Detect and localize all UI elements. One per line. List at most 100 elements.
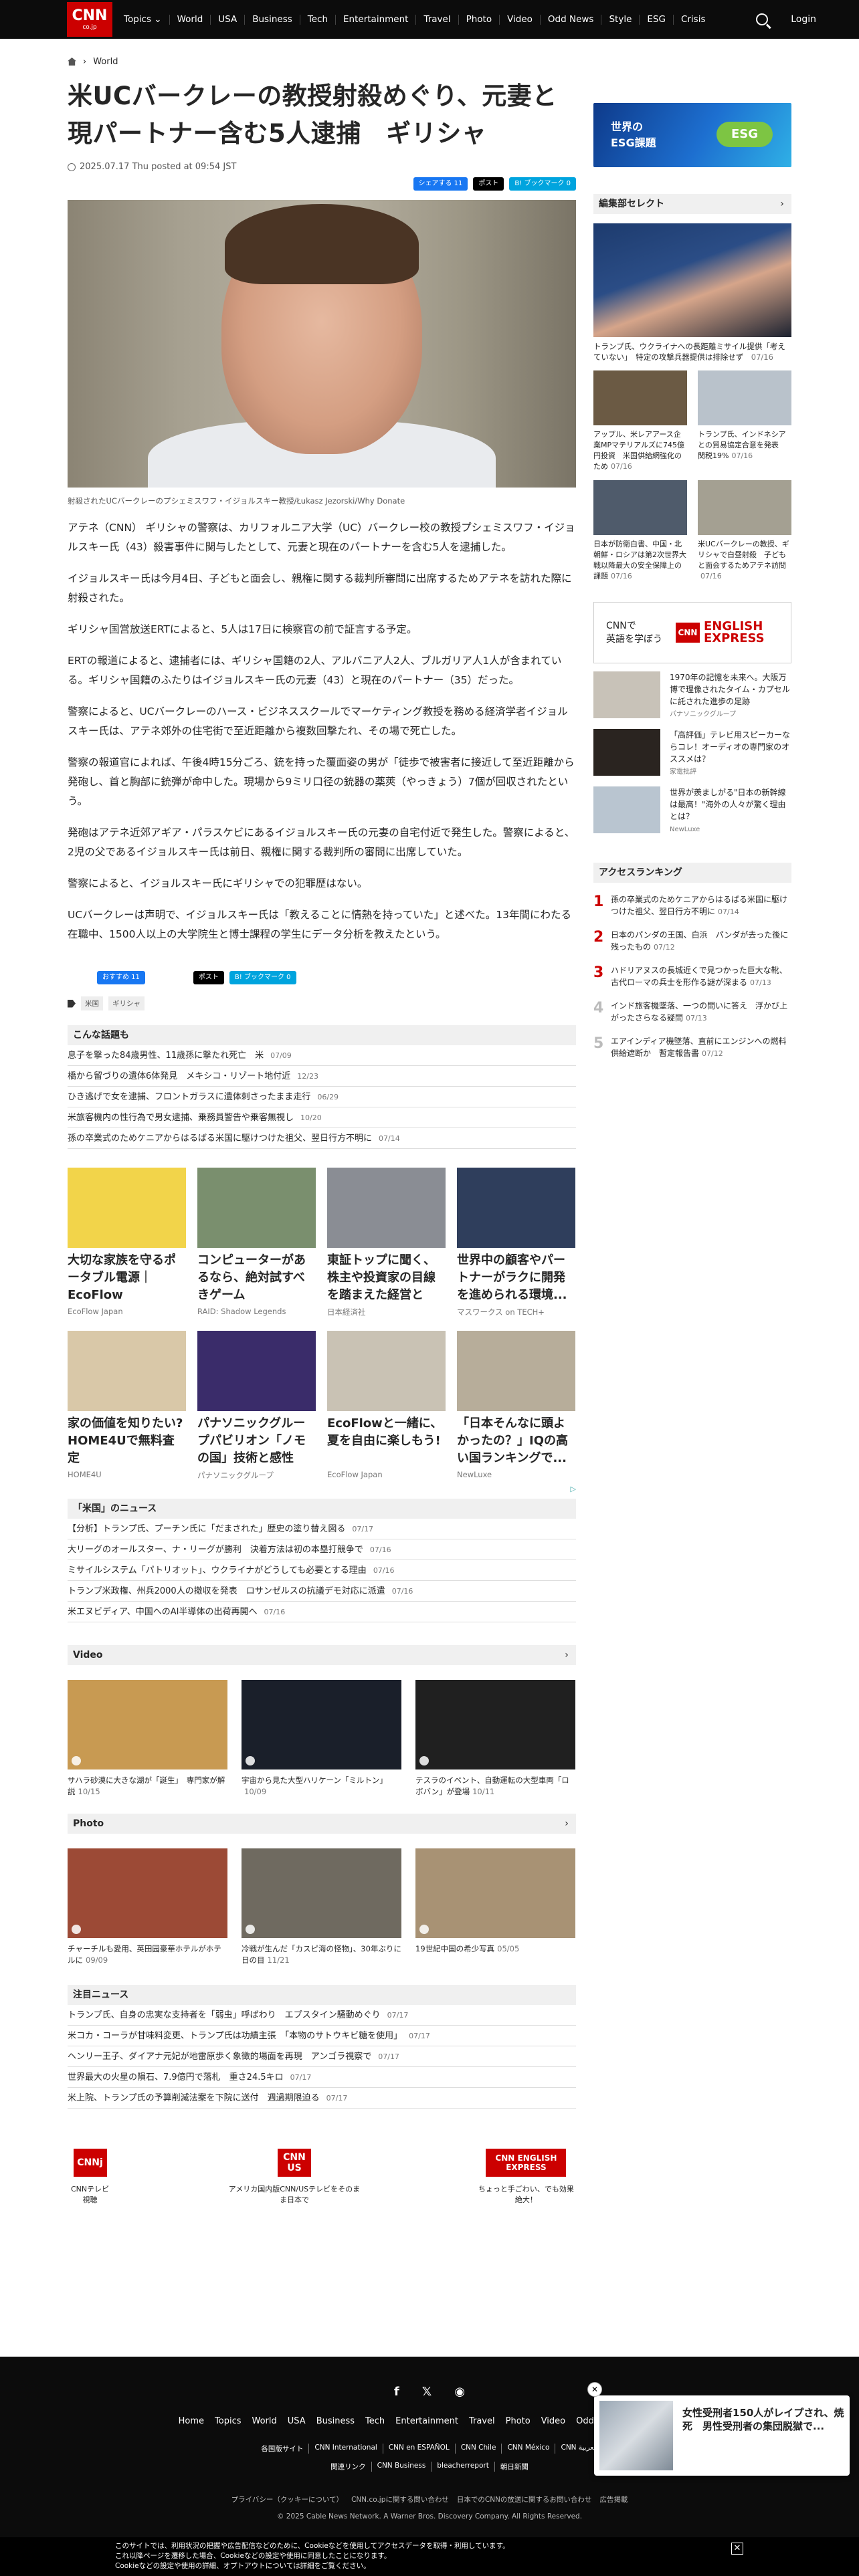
adchoices-icon[interactable]: ▷ <box>68 1485 576 1493</box>
nav-item-photo[interactable]: Photo <box>459 14 500 25</box>
photo-head[interactable]: Photo › <box>68 1814 576 1834</box>
ad-card[interactable]: 東証トップに聞く、株主や投資家の目線を踏まえた経営とは？ 日本経済社 <box>327 1168 446 1317</box>
list-item[interactable]: 米コカ・コーラが甘味料変更、トランプ氏は功績主張 「本物のサトウキビ糖を使用」 0… <box>68 2026 576 2046</box>
footer-nav-item[interactable]: Photo <box>506 2416 531 2426</box>
footer-link[interactable]: プライバシー（クッキーについて） <box>231 2494 343 2504</box>
list-item[interactable]: 橋から留づりの遺体6体発見 メキシコ・リゾート地付近 12/23 <box>68 1066 576 1087</box>
login-link[interactable]: Login <box>791 14 816 25</box>
editor-pick-main[interactable]: トランプ氏、ウクライナへの長距離ミサイル提供「考えていない」 特定の攻撃兵器提供… <box>593 223 791 362</box>
list-item[interactable]: トランプ米政権、州兵2000人の撤収を発表 ロサンゼルスの抗議デモ対応に派遣 07… <box>68 1581 576 1602</box>
footer-link[interactable]: 関連リンク <box>325 2462 372 2472</box>
footer-link[interactable]: CNN México <box>502 2444 556 2454</box>
nav-item-world[interactable]: World <box>170 14 211 25</box>
sponsored-item[interactable]: 世界が羨ましがる"日本の新幹線は最高！"海外の人々が驚く理由とは？ NewLuxe <box>593 786 791 836</box>
service-banner[interactable]: CNN ENGLISH EXPRESS ちょっと手ごわい、でも効果絶大！ <box>476 2149 576 2205</box>
ranking-item[interactable]: 3 ハドリアヌスの長城近くで見つかった巨大な靴、古代ローマの兵士を形作る謎が深まる… <box>593 964 791 989</box>
list-item[interactable]: 世界最大の火星の隕石、7.9億円で落札 重さ24.5キロ 07/17 <box>68 2067 576 2088</box>
ad-card[interactable]: パナソニックグループパビリオン「ノモの国」技術と感性の... パナソニックグループ <box>197 1331 316 1481</box>
footer-link[interactable]: bleacherreport <box>432 2462 495 2472</box>
list-item[interactable]: 米旅客機内の性行為で男女逮捕、乗務員警告や乗客無視し 10/20 <box>68 1107 576 1128</box>
footer-nav-item[interactable]: World <box>252 2416 277 2426</box>
editor-pick-item[interactable]: アップル、米レアアース企業MPマテリアルズに745億円投資 米国供給網強化のため… <box>593 370 687 472</box>
nav-topics[interactable]: Topics ⌄ <box>116 14 170 25</box>
footer-nav-item[interactable]: Topics <box>215 2416 241 2426</box>
footer-link[interactable]: CNN International <box>309 2444 383 2454</box>
tag-usa[interactable]: 米国 <box>81 996 103 1010</box>
hatena-bookmark-button[interactable]: B! ブックマーク 0 <box>509 177 576 191</box>
footer-link[interactable]: 日本でのCNNの放送に関するお問い合わせ <box>457 2494 592 2504</box>
editor-pick-item[interactable]: 米UCバークレーの教授、ギリシャで白昼射殺 子どもと面会するためアテネ訪問 07/… <box>698 480 791 582</box>
close-icon[interactable]: ✕ <box>587 2382 602 2397</box>
footer-nav-item[interactable]: Business <box>316 2416 355 2426</box>
footer-link[interactable]: 広告掲載 <box>599 2494 628 2504</box>
footer-nav-item[interactable]: Travel <box>469 2416 495 2426</box>
search-icon[interactable] <box>756 13 769 25</box>
video-card[interactable]: サハラ砂漠に大きな湖が「誕生」 専門家が解説 10/15 <box>68 1680 227 1798</box>
nav-item-travel[interactable]: Travel <box>416 14 459 25</box>
english-express-banner[interactable]: CNNで 英語を学ぼう CNN ENGLISH EXPRESS <box>593 602 791 663</box>
ad-card[interactable]: 世界中の顧客やパートナーがラクに開発を進められる環境... マスワークス on T… <box>457 1168 575 1317</box>
x-post-button-bottom[interactable]: ポスト <box>193 971 224 984</box>
rss-icon[interactable]: ◉ <box>454 2385 465 2399</box>
footer-link[interactable]: 朝日新聞 <box>495 2462 534 2472</box>
esg-banner[interactable]: 世界の ESG課題 ESG <box>593 103 791 167</box>
footer-nav-item[interactable]: Entertainment <box>395 2416 458 2426</box>
footer-nav-item[interactable]: Home <box>179 2416 204 2426</box>
nav-item-style[interactable]: Style <box>601 14 640 25</box>
list-item[interactable]: ヘンリー王子、ダイアナ元妃が地雷原歩く象徴的場面を再現 アンゴラ視察で 07/17 <box>68 2046 576 2067</box>
nav-item-entertainment[interactable]: Entertainment <box>336 14 417 25</box>
ad-card[interactable]: EcoFlowと一緒に、夏を自由に楽しもう! EcoFlow Japan <box>327 1331 446 1481</box>
footer-link[interactable]: CNN.co.jpに関する問い合わせ <box>351 2494 449 2504</box>
video-card[interactable]: テスラのイベント、自動運転の大型車両「ロボバン」が登場 10/11 <box>415 1680 575 1798</box>
list-item[interactable]: 【分析】トランプ氏、プーチン氏に「だまされた」歴史の塗り替え図る 07/17 <box>68 1519 576 1539</box>
ranking-item[interactable]: 4 インド旅客機墜落、一つの問いに答え 浮かび上がったさらなる疑問 07/13 <box>593 1000 791 1025</box>
video-card[interactable]: 宇宙から見た大型ハリケーン「ミルトン」 10/09 <box>242 1680 401 1798</box>
facebook-share-button[interactable]: シェアする 11 <box>413 177 468 191</box>
footer-nav-item[interactable]: Tech <box>365 2416 385 2426</box>
footer-nav-item[interactable]: USA <box>288 2416 306 2426</box>
x-icon[interactable]: 𝕏 <box>422 2385 432 2399</box>
nav-item-tech[interactable]: Tech <box>300 14 337 25</box>
photo-card[interactable]: チャーチルも愛用、英田园豪華ホテルがホテルに 09/09 <box>68 1848 227 1966</box>
list-item[interactable]: 息子を撃った84歳男性、11歳孫に撃たれ死亡 米 07/09 <box>68 1045 576 1066</box>
nav-item-usa[interactable]: USA <box>211 14 246 25</box>
service-banner[interactable]: CNNj CNNテレビ視聴 <box>68 2149 112 2205</box>
list-item[interactable]: 孫の卒業式のためケニアからはるばる米国に駆けつけた祖父、翌日行方不明に 07/14 <box>68 1128 576 1149</box>
hatena-bookmark-button-bottom[interactable]: B! ブックマーク 0 <box>229 971 296 984</box>
nav-item-business[interactable]: Business <box>245 14 300 25</box>
footer-link[interactable]: CNN Chile <box>456 2444 502 2454</box>
cookie-close-icon[interactable]: ✕ <box>731 2543 743 2555</box>
cnn-logo[interactable]: CNN co.jp <box>67 2 112 37</box>
editor-picks-head[interactable]: 編集部セレクト › <box>593 194 791 214</box>
list-item[interactable]: 米上院、トランプ氏の予算削減法案を下院に送付 週過期限迫る 07/17 <box>68 2088 576 2109</box>
ad-card[interactable]: 「日本そんなに頭よかったの？」IQの高い国ランキングで... NewLuxe <box>457 1331 575 1481</box>
list-item[interactable]: 大リーグのオールスター、ナ・リーグが勝利 決着方法は初の本塁打競争で 07/16 <box>68 1539 576 1560</box>
list-item[interactable]: ミサイルシステム「パトリオット」、ウクライナがどうしても必要とする理由 07/16 <box>68 1560 576 1581</box>
ad-card[interactable]: 家の価値を知りたい?HOME4Uで無料査定 HOME4U <box>68 1331 186 1481</box>
footer-link[interactable]: CNN en ESPAÑOL <box>383 2444 456 2454</box>
footer-link[interactable]: CNN Business <box>372 2462 432 2472</box>
list-item[interactable]: 米エヌビディア、中国へのAI半導体の出荷再開へ 07/16 <box>68 1602 576 1622</box>
nav-item-odd-news[interactable]: Odd News <box>541 14 602 25</box>
x-post-button[interactable]: ポスト <box>473 177 504 191</box>
tag-greece[interactable]: ギリシャ <box>108 996 145 1010</box>
breadcrumb-world[interactable]: World <box>93 57 118 67</box>
nav-item-video[interactable]: Video <box>500 14 541 25</box>
facebook-recommend-button[interactable]: おすすめ 11 <box>97 971 145 984</box>
editor-pick-item[interactable]: トランプ氏、インドネシアとの貿易協定合意を発表 関税19% 07/16 <box>698 370 791 472</box>
photo-card[interactable]: 冷戦が生んだ「カスピ海の怪物」、30年ぶりに日の目 11/21 <box>242 1848 401 1966</box>
photo-card[interactable]: 19世紀中国の希少写真 05/05 <box>415 1848 575 1966</box>
service-banner[interactable]: CNN US アメリカ国内版CNN/USテレビをそのまま日本で <box>226 2149 363 2205</box>
footer-nav-item[interactable]: Video <box>541 2416 565 2426</box>
home-icon[interactable] <box>68 58 76 66</box>
list-item[interactable]: トランプ氏、自身の忠実な支持者を「弱虫」呼ばわり エプスタイン騒動めぐり 07/1… <box>68 2005 576 2026</box>
nav-item-esg[interactable]: ESG <box>640 14 674 25</box>
footer-link[interactable]: 各国版サイト <box>256 2444 310 2454</box>
ranking-item[interactable]: 1 孫の卒業式のためケニアからはるばる米国に駆けつけた祖父、翌日行方不明に 07/1… <box>593 893 791 918</box>
video-head[interactable]: Video › <box>68 1645 576 1665</box>
sponsored-item[interactable]: 1970年の記憶を未来へ。大阪万博で理像されたタイム・カプセルに託された進歩の足… <box>593 671 791 721</box>
editor-pick-item[interactable]: 日本が防衛白書、中国・北朝鮮・ロシアは第2次世界大戦以降最大の安全保障上の課題 0… <box>593 480 687 582</box>
ad-card[interactable]: 大切な家族を守るポータブル電源｜EcoFlow EcoFlow Japan <box>68 1168 186 1317</box>
facebook-icon[interactable]: f <box>394 2385 399 2399</box>
sponsored-item[interactable]: 「高評価」テレビ用スピーカーならコレ！オーディオの専門家のオススメは？ 家電批評 <box>593 729 791 778</box>
